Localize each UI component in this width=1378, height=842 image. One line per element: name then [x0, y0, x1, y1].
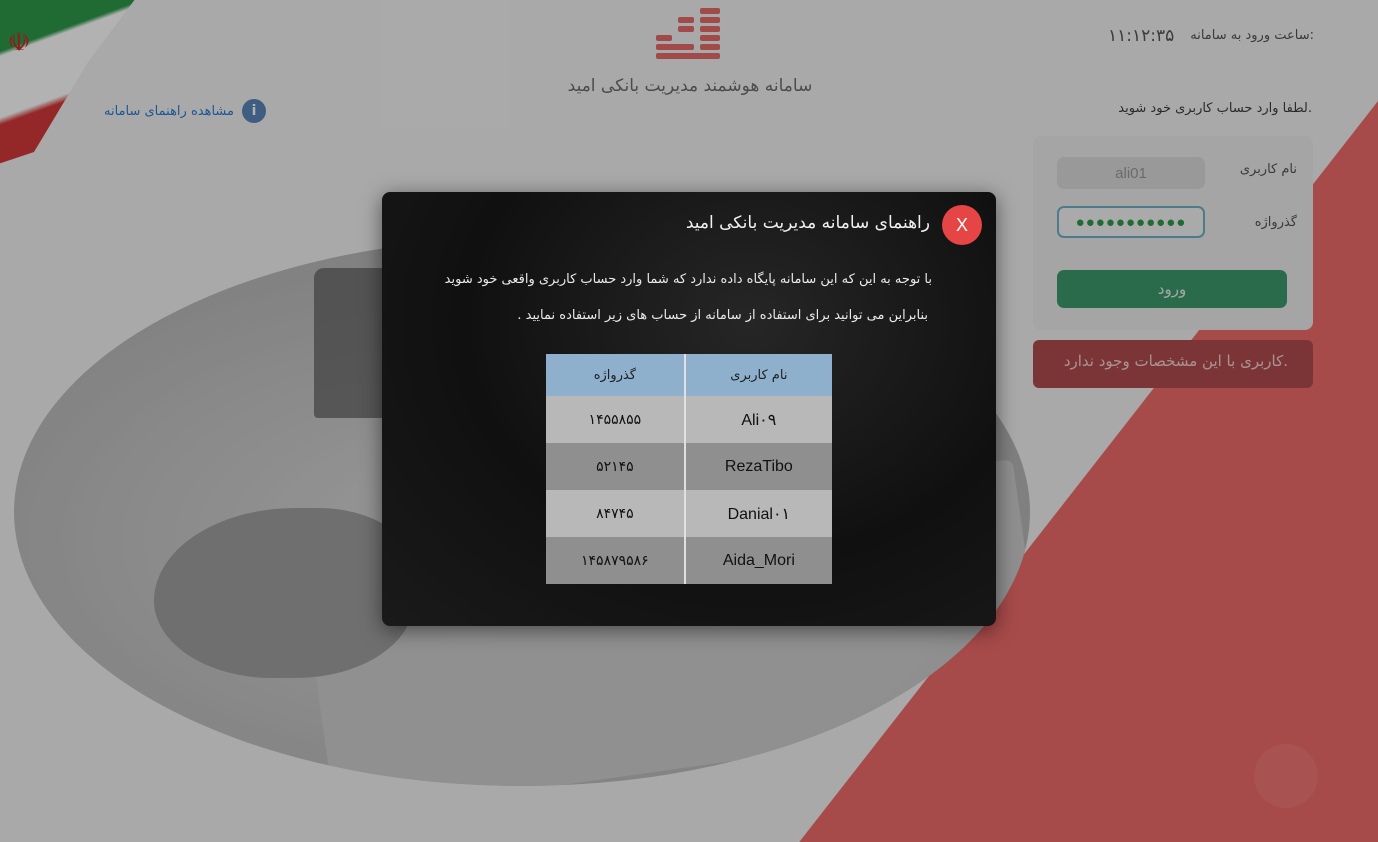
password-cell: ۵۲۱۴۵ — [546, 443, 685, 490]
username-cell: Danial۰۱ — [683, 490, 832, 537]
table-row: ۱۴۵۸۷۹۵۸۶ Aida_Mori — [546, 537, 832, 584]
modal-title: راهنمای سامانه مدیریت بانکی امید — [685, 213, 930, 233]
table-row: ۱۴۵۵۸۵۵ Ali۰۹ — [546, 396, 832, 443]
password-cell: ۱۴۵۸۷۹۵۸۶ — [546, 537, 685, 584]
username-cell: RezaTibo — [683, 443, 832, 490]
username-cell: Ali۰۹ — [683, 396, 832, 443]
table-header-row: گذرواژه نام کاربری — [546, 354, 832, 396]
table-row: ۸۴۷۴۵ Danial۰۱ — [546, 490, 832, 537]
accounts-table: گذرواژه نام کاربری ۱۴۵۵۸۵۵ Ali۰۹ ۵۲۱۴۵ R… — [546, 354, 832, 584]
username-cell: Aida_Mori — [683, 537, 832, 584]
password-cell: ۱۴۵۵۸۵۵ — [546, 396, 685, 443]
table-row: ۵۲۱۴۵ RezaTibo — [546, 443, 832, 490]
help-modal: راهنمای سامانه مدیریت بانکی امید X با تو… — [382, 192, 996, 626]
close-icon[interactable]: X — [942, 205, 982, 245]
modal-text-line1: با توجه به این که این سامانه پایگاه داده… — [444, 272, 932, 287]
password-cell: ۸۴۷۴۵ — [546, 490, 685, 537]
password-column-header: گذرواژه — [546, 354, 685, 396]
modal-text-line2: بنابراین می توانید برای استفاده از سامان… — [517, 308, 928, 323]
username-column-header: نام کاربری — [683, 354, 832, 396]
